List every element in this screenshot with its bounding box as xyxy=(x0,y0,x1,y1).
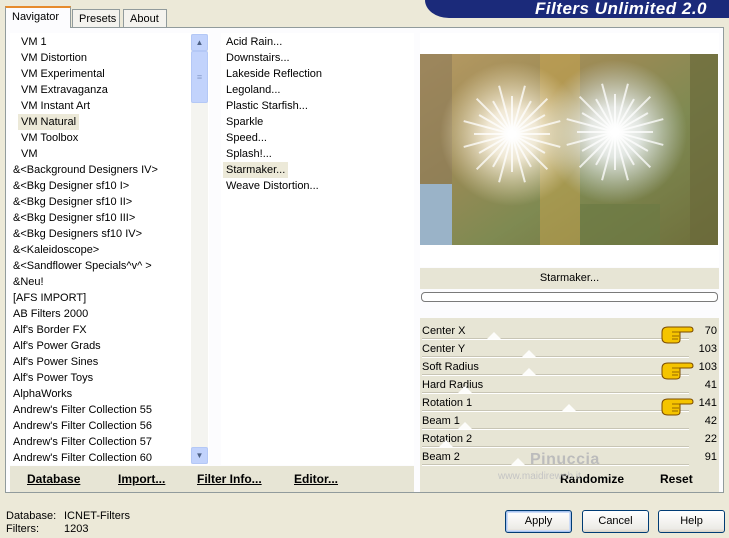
category-item[interactable]: Alf's Power Grads xyxy=(10,338,104,354)
category-item[interactable]: VM 1 xyxy=(18,34,50,50)
window-title: Filters Unlimited 2.0 xyxy=(534,0,707,18)
param-row: Rotation 2 22 xyxy=(420,430,719,448)
param-label: Rotation 1 xyxy=(422,397,473,409)
category-item[interactable]: &<Bkg Designer sf10 III> xyxy=(10,210,138,226)
param-row: Center X 70 xyxy=(420,322,719,344)
category-item[interactable]: VM Experimental xyxy=(18,66,108,82)
category-item[interactable]: &<Sandflower Specials^v^ > xyxy=(10,258,155,274)
param-label: Center Y xyxy=(422,343,466,355)
filter-item[interactable]: Splash!... xyxy=(223,146,275,162)
param-value: 103 xyxy=(698,343,717,355)
progress-bar xyxy=(421,292,718,302)
category-scrollbar[interactable]: ▲ ≡ ▼ xyxy=(191,34,208,464)
filter-item[interactable]: Speed... xyxy=(223,130,270,146)
filter-item[interactable]: Legoland... xyxy=(223,82,283,98)
filters-count: 1203 xyxy=(64,523,89,535)
param-value: 22 xyxy=(704,433,717,445)
category-item[interactable]: Andrew's Filter Collection 60 xyxy=(10,450,155,465)
category-item[interactable]: VM Toolbox xyxy=(18,130,81,146)
category-item[interactable]: Alf's Power Sines xyxy=(10,354,101,370)
parameter-panel: Center X 70 Center Y 103 Soft Radius 103 Hard … xyxy=(420,318,719,466)
category-item[interactable]: Andrew's Filter Collection 56 xyxy=(10,418,155,434)
filter-list[interactable]: Acid Rain... Downstairs... Lakeside Reflec… xyxy=(221,33,414,465)
param-row: Rotation 1 141 xyxy=(420,394,719,416)
editor-button[interactable]: Editor... xyxy=(294,472,338,486)
category-item[interactable]: Andrew's Filter Collection 55 xyxy=(10,402,155,418)
scroll-thumb[interactable]: ≡ xyxy=(191,51,208,103)
param-row: Soft Radius 103 xyxy=(420,358,719,380)
category-item[interactable]: VM Natural xyxy=(18,114,80,130)
category-item[interactable]: AlphaWorks xyxy=(10,386,75,402)
param-value: 103 xyxy=(698,361,717,373)
slider-thumb[interactable] xyxy=(511,458,526,465)
category-item[interactable]: VM Extravaganza xyxy=(18,82,111,98)
cancel-button[interactable]: Cancel xyxy=(582,510,649,533)
param-label: Center X xyxy=(422,325,466,337)
filter-item[interactable]: Lakeside Reflection xyxy=(223,66,325,82)
category-item[interactable]: &<Bkg Designer sf10 I> xyxy=(10,178,132,194)
filter-item[interactable]: Acid Rain... xyxy=(223,34,285,50)
param-label: Beam 1 xyxy=(422,415,460,427)
help-button[interactable]: Help xyxy=(658,510,725,533)
filter-info-button[interactable]: Filter Info... xyxy=(197,472,262,486)
filter-name-bar: Starmaker... xyxy=(420,268,719,289)
watermark-site: www.maidireweb.it xyxy=(498,471,581,482)
reset-button[interactable]: Reset xyxy=(660,472,693,486)
category-item[interactable]: &<Background Designers IV> xyxy=(10,162,161,178)
database-value: ICNET-Filters xyxy=(64,510,130,522)
slider-thumb[interactable] xyxy=(521,350,536,357)
param-row: Hard Radius 41 xyxy=(420,376,719,394)
tab-navigator[interactable]: Navigator xyxy=(5,6,71,28)
filter-item[interactable]: Weave Distortion... xyxy=(223,178,322,194)
slider-thumb[interactable] xyxy=(521,368,536,375)
preview-image xyxy=(420,54,718,245)
scroll-down-button[interactable]: ▼ xyxy=(191,447,208,464)
filter-item[interactable]: Downstairs... xyxy=(223,50,293,66)
category-item[interactable]: VM Instant Art xyxy=(18,98,93,114)
param-value: 41 xyxy=(704,379,717,391)
param-value: 141 xyxy=(698,397,717,409)
database-button[interactable]: Database xyxy=(27,472,80,486)
category-item[interactable]: AB Filters 2000 xyxy=(10,306,91,322)
slider-thumb[interactable] xyxy=(457,386,472,393)
category-item[interactable]: [AFS IMPORT] xyxy=(10,290,89,306)
import-button[interactable]: Import... xyxy=(118,472,165,486)
category-item[interactable]: &<Bkg Designer sf10 II> xyxy=(10,194,135,210)
left-toolbar: Database Import... Filter Info... Editor… xyxy=(10,466,414,492)
slider-thumb[interactable] xyxy=(457,422,472,429)
tab-about[interactable]: About xyxy=(123,9,167,28)
param-row: Center Y 103 xyxy=(420,340,719,358)
category-item[interactable]: Andrew's Filter Collection 57 xyxy=(10,434,155,450)
param-label: Beam 2 xyxy=(422,451,460,463)
param-value: 70 xyxy=(704,325,717,337)
filters-label: Filters: xyxy=(6,523,39,535)
filter-item[interactable]: Sparkle xyxy=(223,114,266,130)
apply-button[interactable]: Apply xyxy=(505,510,572,533)
filter-item[interactable]: Plastic Starfish... xyxy=(223,98,311,114)
category-item[interactable]: &Neu! xyxy=(10,274,47,290)
param-row: Beam 1 42 xyxy=(420,412,719,430)
category-item[interactable]: &<Bkg Designers sf10 IV> xyxy=(10,226,145,242)
tab-presets[interactable]: Presets xyxy=(72,9,120,28)
param-value: 91 xyxy=(704,451,717,463)
filter-item[interactable]: Starmaker... xyxy=(223,162,289,178)
category-item[interactable]: VM Distortion xyxy=(18,50,90,66)
slider-thumb[interactable] xyxy=(487,332,502,339)
category-item[interactable]: &<Kaleidoscope> xyxy=(10,242,102,258)
slider-thumb[interactable] xyxy=(561,404,576,411)
category-item[interactable]: Alf's Border FX xyxy=(10,322,90,338)
watermark-name: Pinuccia xyxy=(530,451,600,468)
param-label: Soft Radius xyxy=(422,361,479,373)
category-item[interactable]: VM xyxy=(18,146,41,162)
slider-thumb[interactable] xyxy=(439,440,454,447)
category-list[interactable]: VM 1 VM Distortion VM Experimental VM Extra… xyxy=(10,33,209,465)
title-banner: Filters Unlimited 2.0 xyxy=(425,0,729,18)
category-item[interactable]: Alf's Power Toys xyxy=(10,370,96,386)
database-label: Database: xyxy=(6,510,57,522)
param-value: 42 xyxy=(704,415,717,427)
scroll-up-button[interactable]: ▲ xyxy=(191,34,208,51)
param-label: Hard Radius xyxy=(422,379,484,391)
